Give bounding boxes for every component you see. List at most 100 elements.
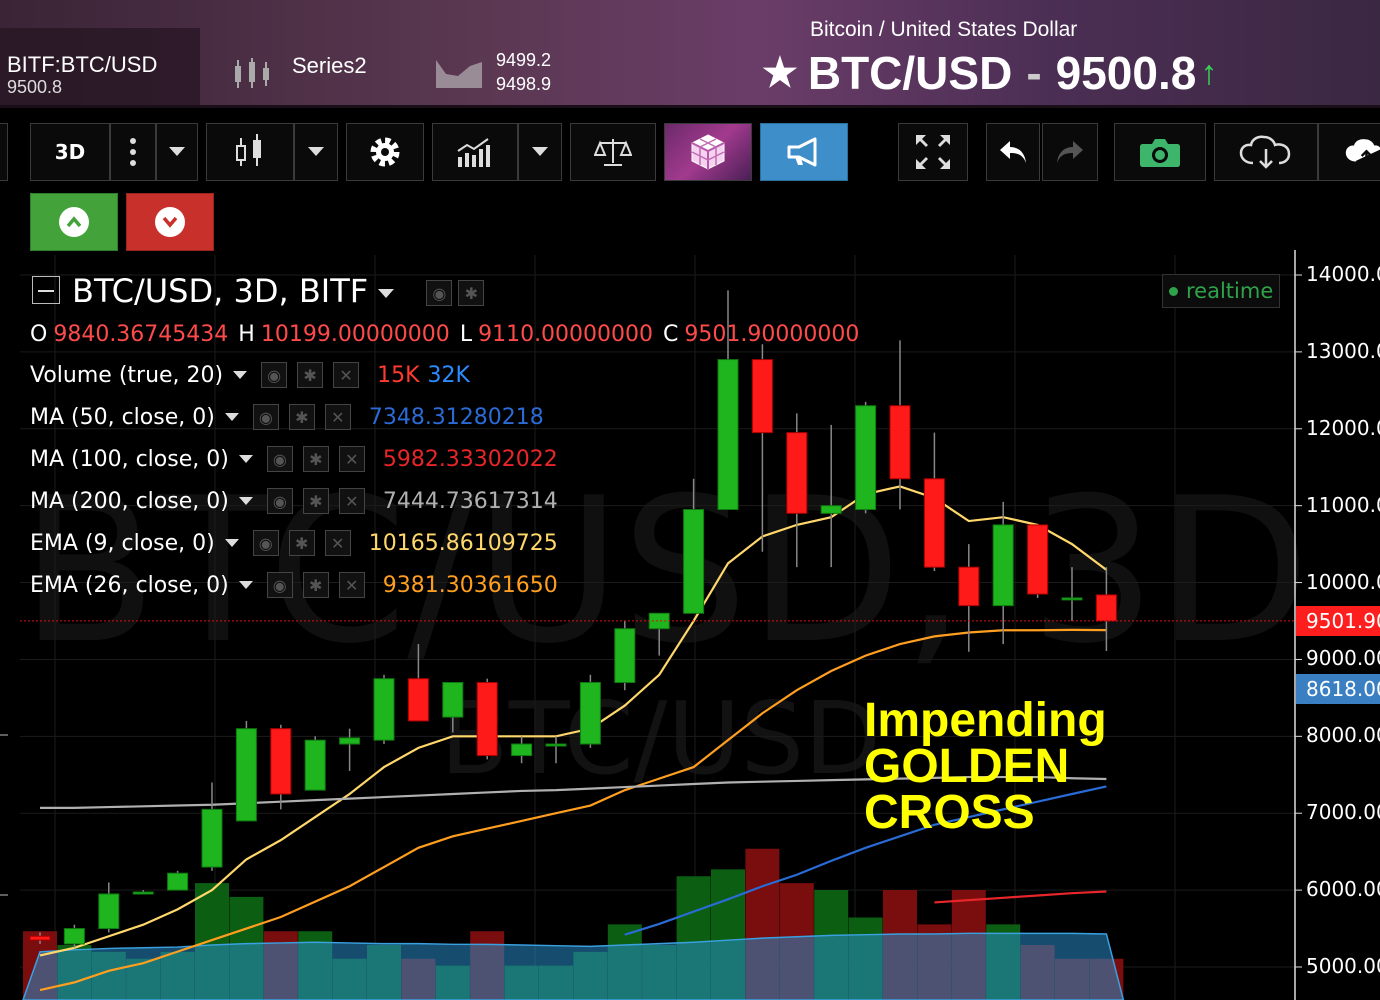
price-axis-tick: 11000.0 bbox=[1306, 492, 1380, 517]
remove-x-icon[interactable]: ✕ bbox=[324, 404, 351, 430]
indicator-row[interactable]: Volume (true, 20) ◉ ✱ ✕ 15K 32K bbox=[30, 362, 478, 388]
indicator-row[interactable]: MA (50, close, 0) ◉ ✱ ✕ 7348.31280218 bbox=[30, 404, 552, 430]
indicator-name: MA (100, close, 0) bbox=[30, 446, 229, 472]
price-axis-tick: 10000.0 bbox=[1306, 569, 1380, 594]
price-axis-tick: 8000.00 bbox=[1306, 723, 1380, 748]
price-axis-tick: 6000.00 bbox=[1306, 877, 1380, 902]
visibility-eye-icon[interactable]: ◉ bbox=[252, 404, 279, 430]
candle-body bbox=[511, 743, 533, 757]
secondary-price-tag: 8618.00 bbox=[1296, 673, 1380, 704]
candle-body bbox=[683, 509, 705, 614]
candle-body bbox=[1061, 597, 1083, 601]
indicator-dropdown-icon[interactable] bbox=[224, 539, 239, 547]
realtime-badge: realtime bbox=[1162, 274, 1280, 308]
indicator-dropdown-icon[interactable] bbox=[233, 371, 248, 379]
remove-x-icon[interactable]: ✕ bbox=[324, 530, 351, 556]
indicator-value: 15K bbox=[377, 362, 420, 388]
visibility-eye-icon[interactable]: ◉ bbox=[261, 362, 288, 388]
candle-body bbox=[442, 682, 464, 718]
last-price-tag: 9501.90 bbox=[1296, 605, 1380, 636]
chart-legend-title[interactable]: BTC/USD, 3D, BITF ◉ ✱ bbox=[72, 272, 485, 310]
settings-gear-icon[interactable]: ✱ bbox=[288, 530, 315, 556]
candle-body bbox=[614, 628, 636, 684]
settings-gear-icon[interactable]: ✱ bbox=[302, 572, 329, 598]
settings-gear-icon[interactable]: ✱ bbox=[297, 362, 324, 388]
realtime-dot-icon bbox=[1169, 286, 1178, 296]
candle-body bbox=[855, 405, 877, 511]
indicator-row[interactable]: MA (100, close, 0) ◉ ✱ ✕ 5982.33302022 bbox=[30, 446, 566, 472]
indicator-dropdown-icon[interactable] bbox=[238, 581, 253, 589]
indicator-value: 10165.86109725 bbox=[368, 530, 558, 556]
settings-gear-icon[interactable]: ✱ bbox=[302, 446, 329, 472]
candle-body bbox=[992, 524, 1014, 607]
volume-ma-area bbox=[22, 932, 1125, 1000]
ohlc-value-h: 10199.00000000 bbox=[260, 322, 450, 347]
candle-body bbox=[201, 808, 223, 868]
candle-body bbox=[717, 359, 739, 511]
visibility-eye-icon[interactable]: ◉ bbox=[266, 488, 293, 514]
candle-body bbox=[270, 728, 292, 795]
settings-gear-icon[interactable]: ✱ bbox=[288, 404, 315, 430]
indicator-value: 9381.30361650 bbox=[382, 572, 558, 598]
remove-x-icon[interactable]: ✕ bbox=[333, 362, 360, 388]
price-axis-tick: 7000.00 bbox=[1306, 800, 1380, 825]
candle-body bbox=[373, 678, 395, 741]
indicator-name: EMA (9, close, 0) bbox=[30, 530, 215, 556]
remove-x-icon[interactable]: ✕ bbox=[338, 488, 365, 514]
visibility-eye-icon[interactable]: ◉ bbox=[266, 446, 293, 472]
annotation-line-2: GOLDEN bbox=[864, 740, 1070, 793]
visibility-eye-icon[interactable]: ◉ bbox=[426, 280, 453, 306]
settings-gear-icon[interactable]: ✱ bbox=[458, 280, 485, 306]
annotation-line-1: Impending bbox=[864, 694, 1107, 747]
ohlc-key-h: H bbox=[238, 322, 255, 347]
candle-body bbox=[235, 728, 257, 822]
candle-body bbox=[889, 405, 911, 480]
ohlc-values: O 9840.36745434 H 10199.00000000 L 9110.00000… bbox=[30, 322, 869, 347]
candle-body bbox=[820, 505, 842, 514]
indicator-row[interactable]: EMA (26, close, 0) ◉ ✱ ✕ 9381.30361650 bbox=[30, 572, 566, 598]
indicator-value: 7444.73617314 bbox=[382, 488, 558, 514]
collapse-legend-button[interactable] bbox=[32, 276, 60, 304]
indicator-row[interactable]: EMA (9, close, 0) ◉ ✱ ✕ 10165.86109725 bbox=[30, 530, 566, 556]
indicator-row[interactable]: MA (200, close, 0) ◉ ✱ ✕ 7444.73617314 bbox=[30, 488, 566, 514]
candle-body bbox=[751, 359, 773, 434]
settings-gear-icon[interactable]: ✱ bbox=[302, 488, 329, 514]
ohlc-key-c: C bbox=[663, 322, 679, 347]
indicator-name: EMA (26, close, 0) bbox=[30, 572, 229, 598]
candle-body bbox=[304, 739, 326, 791]
indicator-value: 5982.33302022 bbox=[382, 446, 558, 472]
realtime-label: realtime bbox=[1186, 279, 1274, 303]
candle-body bbox=[545, 743, 567, 747]
visibility-eye-icon[interactable]: ◉ bbox=[266, 572, 293, 598]
candle-body bbox=[579, 682, 601, 745]
candle-body bbox=[958, 566, 980, 607]
legend-title-text: BTC/USD, 3D, BITF bbox=[72, 272, 369, 310]
ohlc-value-l: 9110.00000000 bbox=[478, 322, 654, 347]
candle-body bbox=[407, 678, 429, 722]
ohlc-key-o: O bbox=[30, 322, 48, 347]
remove-x-icon[interactable]: ✕ bbox=[338, 572, 365, 598]
indicator-value: 32K bbox=[427, 362, 470, 388]
candle-body bbox=[476, 682, 498, 757]
indicator-name: MA (200, close, 0) bbox=[30, 488, 229, 514]
indicator-dropdown-icon[interactable] bbox=[224, 413, 239, 421]
title-dropdown-icon[interactable] bbox=[378, 288, 395, 298]
visibility-eye-icon[interactable]: ◉ bbox=[252, 530, 279, 556]
indicator-dropdown-icon[interactable] bbox=[238, 497, 253, 505]
annotation-line-3: CROSS bbox=[864, 786, 1035, 839]
ohlc-key-l: L bbox=[459, 322, 473, 347]
candle-body bbox=[786, 432, 808, 514]
indicator-dropdown-icon[interactable] bbox=[238, 455, 253, 463]
remove-x-icon[interactable]: ✕ bbox=[338, 446, 365, 472]
candle-body bbox=[98, 893, 120, 930]
ohlc-value-o: 9840.36745434 bbox=[53, 322, 229, 347]
price-axis-tick: 13000.0 bbox=[1306, 338, 1380, 363]
golden-cross-annotation: Impending GOLDEN CROSS bbox=[864, 694, 1107, 839]
indicator-name: MA (50, close, 0) bbox=[30, 404, 215, 430]
indicator-name: Volume (true, 20) bbox=[30, 362, 224, 388]
candle-body bbox=[1027, 524, 1049, 595]
candle-body bbox=[923, 478, 945, 568]
price-axis-tick: 5000.00 bbox=[1306, 954, 1380, 978]
candle-body bbox=[1095, 594, 1117, 622]
candle-body bbox=[339, 737, 361, 745]
